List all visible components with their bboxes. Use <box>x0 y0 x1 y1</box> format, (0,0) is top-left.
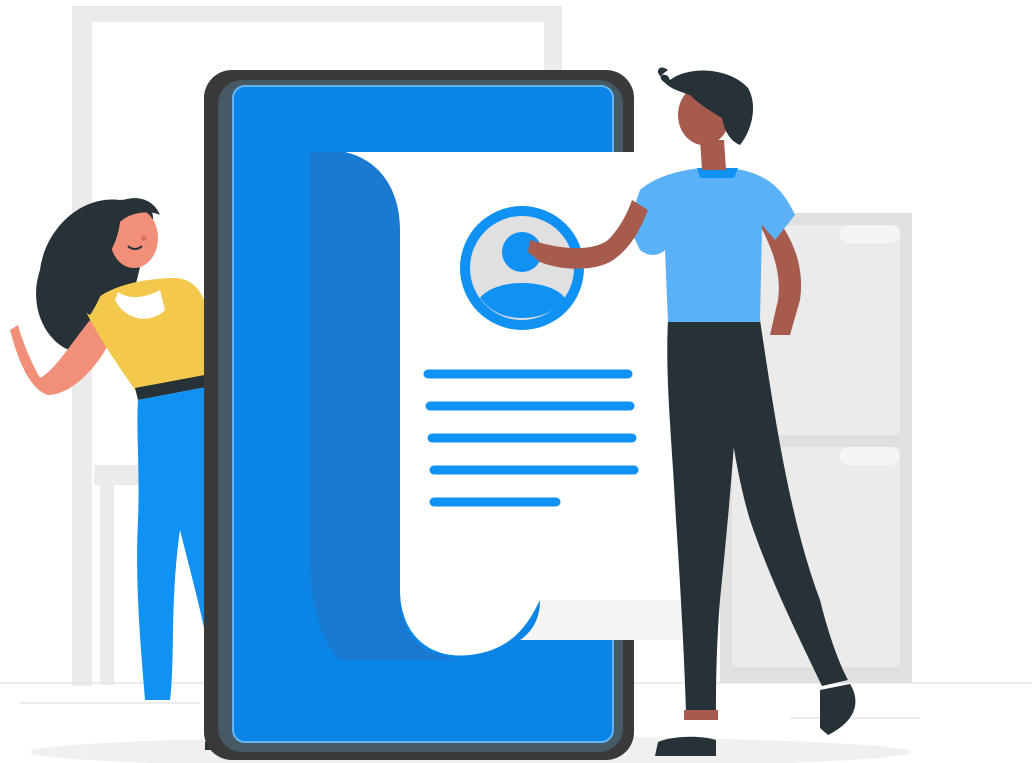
illustration-stage <box>0 0 1032 763</box>
mobile-profile-illustration <box>0 6 1032 763</box>
